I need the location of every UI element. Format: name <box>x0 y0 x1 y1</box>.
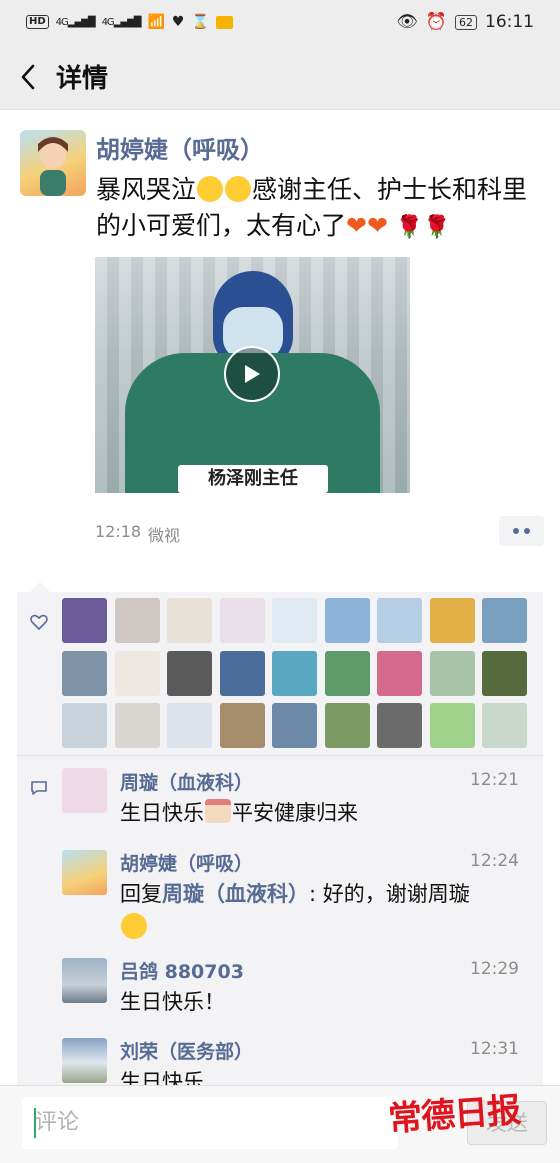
comment-author[interactable]: 周璇（血液科） <box>120 768 253 795</box>
avatar[interactable] <box>62 850 107 895</box>
comment-text[interactable]: 生日快乐！ <box>120 985 525 1019</box>
like-avatar[interactable] <box>482 703 527 748</box>
like-avatar[interactable] <box>167 598 212 643</box>
divider <box>17 755 543 756</box>
comment-author[interactable]: 胡婷婕（呼吸） <box>120 849 253 876</box>
comment-time: 12:29 <box>470 959 519 979</box>
avatar[interactable] <box>62 1038 107 1083</box>
heart-emoji-icon: ❤❤ <box>346 211 388 240</box>
like-avatar[interactable] <box>219 598 265 643</box>
post-source-link[interactable]: 微视 <box>148 522 180 546</box>
cake-emoji-icon <box>205 799 231 823</box>
comment-time: 12:21 <box>470 770 519 790</box>
heartbeat-icon: ♥ <box>171 14 185 30</box>
avatar[interactable] <box>62 958 107 1003</box>
hd-badge: HD <box>26 15 49 29</box>
like-avatar[interactable] <box>114 703 160 748</box>
page-title: 详情 <box>56 64 109 94</box>
status-bar: HD 4G▂▄▆█ 4G▂▄▆█ 📶 ♥ ⌛ 👁 ⏰ 62 16:11 <box>0 0 560 44</box>
crying-emoji-icon <box>197 176 224 202</box>
watermark-logo: 常德日报 <box>387 1090 522 1140</box>
grinning-emoji-icon <box>121 913 147 939</box>
like-avatar[interactable] <box>324 598 370 643</box>
comment-text[interactable]: 回复周璇（血液科）: 好的，谢谢周璇 <box>120 877 525 945</box>
panel-caret <box>30 582 50 592</box>
like-avatar[interactable] <box>219 650 265 696</box>
comment-text[interactable]: 生日快乐 平安健康归来 <box>120 796 525 830</box>
post-text: 暴风哭泣 感谢主任、护士长和科里的小可爱们，太有心了❤❤ 🌹🌹 <box>96 175 528 240</box>
like-avatar[interactable] <box>429 598 475 643</box>
like-avatar[interactable] <box>167 650 212 696</box>
like-avatar[interactable] <box>377 598 422 643</box>
alarm-icon: ⏰ <box>425 12 447 32</box>
like-avatar[interactable] <box>219 703 265 748</box>
rose-emoji-icon: 🌹🌹 <box>395 215 451 240</box>
like-avatar[interactable] <box>377 703 422 748</box>
like-avatar[interactable] <box>114 650 160 696</box>
like-avatar[interactable] <box>62 598 107 643</box>
like-avatar[interactable] <box>62 650 107 696</box>
like-avatar[interactable] <box>429 703 475 748</box>
more-options-button[interactable] <box>499 516 544 546</box>
likes-grid <box>62 598 532 748</box>
comment-author[interactable]: 刘荣（医务部） <box>120 1037 253 1064</box>
like-avatar[interactable] <box>482 650 527 696</box>
eye-icon: 👁 <box>396 12 418 32</box>
comment-icon <box>30 780 48 800</box>
heart-outline-icon <box>30 614 48 634</box>
like-avatar[interactable] <box>272 703 317 748</box>
post-timestamp: 12:18 <box>95 522 142 541</box>
like-avatar[interactable] <box>167 703 212 748</box>
video-thumbnail[interactable]: 杨泽刚主任 <box>95 257 410 493</box>
like-avatar[interactable] <box>324 650 370 696</box>
chevron-left-icon[interactable] <box>0 44 56 110</box>
play-icon[interactable] <box>224 346 280 402</box>
crying-emoji-icon <box>225 176 252 202</box>
signal-icon-2: 4G▂▄▆█ <box>101 16 142 28</box>
like-avatar[interactable] <box>377 650 422 696</box>
comment-time: 12:31 <box>470 1039 519 1059</box>
comment-text[interactable]: 生日快乐 <box>120 1065 525 1085</box>
battery-icon: 62 <box>455 14 477 30</box>
like-avatar[interactable] <box>114 598 160 643</box>
time: 16:11 <box>485 12 534 32</box>
comment-author[interactable]: 吕鸽 880703 <box>120 957 244 984</box>
post-author-name[interactable]: 胡婷婕（呼吸） <box>96 130 264 165</box>
mail-icon <box>215 15 233 29</box>
comment-input[interactable]: 评论 <box>22 1097 398 1149</box>
like-avatar[interactable] <box>272 650 317 696</box>
avatar[interactable] <box>20 130 86 196</box>
comment-time: 12:24 <box>470 851 519 871</box>
reply-target: 周璇（血液科） <box>162 882 309 906</box>
like-avatar[interactable] <box>272 598 317 643</box>
hourglass-icon: ⌛ <box>191 14 209 30</box>
like-avatar[interactable] <box>429 650 475 696</box>
like-avatar[interactable] <box>482 598 527 643</box>
avatar[interactable] <box>62 768 107 813</box>
text-cursor <box>34 1108 36 1138</box>
like-avatar[interactable] <box>324 703 370 748</box>
title-bar: 详情 <box>0 44 560 110</box>
signal-icon: 4G▂▄▆█ <box>55 16 96 28</box>
video-caption: 杨泽刚主任 <box>208 468 298 489</box>
wifi-icon: 📶 <box>147 14 165 30</box>
like-avatar[interactable] <box>62 703 107 748</box>
